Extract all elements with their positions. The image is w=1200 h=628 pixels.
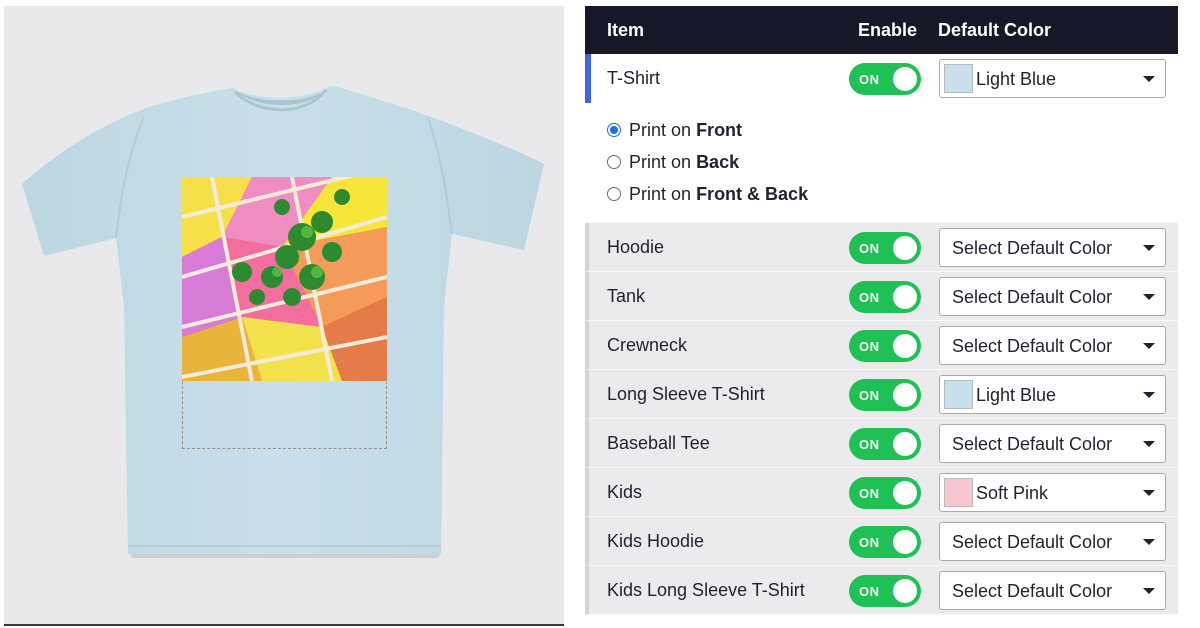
toggle-label: ON [859,437,880,452]
enable-toggle[interactable]: ON [849,575,921,607]
product-row-long-sleeve-t-shirt[interactable]: Long Sleeve T-Shirt ON Light Blue [585,370,1178,419]
product-row-tank[interactable]: Tank ON Select Default Color [585,272,1178,321]
selected-color: Select Default Color [952,532,1113,552]
enable-toggle[interactable]: ON [849,379,921,411]
toggle-label: ON [859,388,880,403]
column-header-enable: Enable [858,20,918,40]
toggle-knob [893,236,917,260]
chevron-down-icon [1143,392,1155,398]
radio-button-checked[interactable] [607,123,621,137]
radio-prefix: Print on [629,152,692,172]
toggle-knob [893,530,917,554]
toggle-label: ON [859,339,880,354]
product-row-kids-long-sleeve-t-shirt[interactable]: Kids Long Sleeve T-Shirt ON Select Defau… [585,566,1178,615]
selected-color: Soft Pink [976,483,1049,503]
product-name: T-Shirt [607,68,661,88]
toggle-knob [893,432,917,456]
product-name: Kids Hoodie [607,531,705,551]
radio-button[interactable] [607,187,621,201]
selected-color: Select Default Color [952,434,1113,454]
chevron-down-icon [1143,539,1155,545]
default-color-select[interactable]: Select Default Color [939,522,1166,561]
radio-label: Back [696,152,740,172]
radio-prefix: Print on [629,120,692,140]
enable-toggle[interactable]: ON [849,281,921,313]
default-color-select[interactable]: Select Default Color [939,424,1166,463]
toggle-knob [893,383,917,407]
default-color-select[interactable]: Select Default Color [939,326,1166,365]
product-settings-table: Item Enable Default Color T-Shirt ON Lig… [585,6,1178,615]
selected-color: Select Default Color [952,287,1113,307]
radio-print-back[interactable]: Print on Back [607,152,739,173]
radio-print-front-and-back[interactable]: Print on Front & Back [607,184,808,205]
product-name: Baseball Tee [607,433,710,453]
chevron-down-icon [1143,294,1155,300]
radio-prefix: Print on [629,184,692,204]
chevron-down-icon [1143,588,1155,594]
product-preview [4,6,564,626]
selected-color: Light Blue [976,385,1057,405]
product-name: Kids Long Sleeve T-Shirt [607,580,805,600]
radio-label: Front & Back [696,184,809,204]
selected-color: Select Default Color [952,581,1113,601]
print-options-group: Print on Front Print on Back Print on Fr… [585,103,1178,223]
product-row-kids-hoodie[interactable]: Kids Hoodie ON Select Default Color [585,517,1178,566]
toggle-knob [893,579,917,603]
color-swatch [944,64,973,93]
product-row-t-shirt[interactable]: T-Shirt ON Light Blue [585,54,1178,103]
default-color-select[interactable]: Select Default Color [939,228,1166,267]
default-color-select[interactable]: Select Default Color [939,277,1166,316]
color-swatch [944,380,973,409]
default-color-select[interactable]: Select Default Color [939,571,1166,610]
toggle-label: ON [859,241,880,256]
color-swatch [944,478,973,507]
chevron-down-icon [1143,343,1155,349]
table-header: Item Enable Default Color [585,6,1178,54]
enable-toggle[interactable]: ON [849,63,921,95]
toggle-label: ON [859,584,880,599]
toggle-label: ON [859,486,880,501]
toggle-label: ON [859,535,880,550]
toggle-label: ON [859,72,880,87]
enable-toggle[interactable]: ON [849,428,921,460]
product-row-hoodie[interactable]: Hoodie ON Select Default Color [585,223,1178,272]
product-name: Hoodie [607,237,665,257]
product-name: Tank [607,286,646,306]
selected-color: Select Default Color [952,336,1113,356]
chevron-down-icon [1143,76,1155,82]
product-row-crewneck[interactable]: Crewneck ON Select Default Color [585,321,1178,370]
product-row-kids[interactable]: Kids ON Soft Pink [585,468,1178,517]
enable-toggle[interactable]: ON [849,477,921,509]
product-row-baseball-tee[interactable]: Baseball Tee ON Select Default Color [585,419,1178,468]
toggle-knob [893,285,917,309]
toggle-knob [893,67,917,91]
default-color-select[interactable]: Light Blue [939,375,1166,414]
product-name: Long Sleeve T-Shirt [607,384,765,404]
toggle-knob [893,481,917,505]
preview-divider [4,624,564,626]
enable-toggle[interactable]: ON [849,330,921,362]
chevron-down-icon [1143,245,1155,251]
design-artwork [182,177,387,381]
enable-toggle[interactable]: ON [849,526,921,558]
product-name: Crewneck [607,335,688,355]
toggle-label: ON [859,290,880,305]
radio-label: Front [696,120,743,140]
column-header-item: Item [607,20,645,40]
selected-color: Select Default Color [952,238,1113,258]
chevron-down-icon [1143,490,1155,496]
toggle-knob [893,334,917,358]
column-header-default-color: Default Color [938,20,1052,40]
enable-toggle[interactable]: ON [849,232,921,264]
default-color-select[interactable]: Light Blue [939,59,1166,98]
selected-color: Light Blue [976,69,1057,89]
chevron-down-icon [1143,441,1155,447]
default-color-select[interactable]: Soft Pink [939,473,1166,512]
radio-print-front[interactable]: Print on Front [607,120,742,141]
product-name: Kids [607,482,643,502]
radio-button[interactable] [607,155,621,169]
